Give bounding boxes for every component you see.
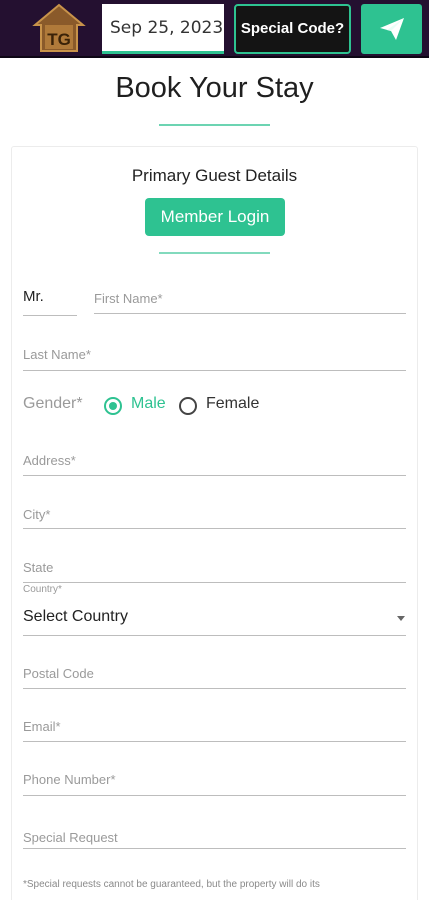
address-underline [23, 475, 406, 476]
logo-text: TG [47, 30, 71, 49]
caret-down-icon[interactable] [397, 616, 405, 621]
gender-female-radio[interactable] [179, 397, 197, 415]
email-underline [23, 741, 406, 742]
logo-icon[interactable]: TG [31, 3, 87, 53]
date-range-field[interactable]: Sep 25, 2023 - [102, 4, 224, 54]
member-login-button[interactable]: Member Login [145, 198, 285, 236]
special-request-underline [23, 848, 406, 849]
salutation-underline [23, 315, 77, 316]
postal-code-field[interactable]: Postal Code [23, 666, 94, 681]
country-underline [23, 635, 406, 636]
paper-plane-icon [380, 18, 404, 40]
address-field[interactable]: Address* [23, 453, 76, 468]
first-name-field[interactable]: First Name* [94, 291, 163, 306]
city-underline [23, 528, 406, 529]
phone-underline [23, 795, 406, 796]
special-request-field[interactable]: Special Request [23, 830, 118, 845]
email-field[interactable]: Email* [23, 719, 61, 734]
gender-female-label[interactable]: Female [206, 395, 259, 413]
country-select[interactable]: Select Country [23, 608, 128, 626]
gender-male-label[interactable]: Male [131, 395, 166, 413]
send-button[interactable] [361, 4, 422, 54]
state-field[interactable]: State [23, 560, 53, 575]
phone-field[interactable]: Phone Number* [23, 772, 116, 787]
date-range-value: Sep 25, 2023 - [110, 18, 224, 38]
gender-label: Gender* [23, 395, 83, 412]
state-underline [23, 582, 406, 583]
page-title: Book Your Stay [115, 72, 314, 104]
special-code-button[interactable]: Special Code? [234, 4, 351, 54]
special-code-label: Special Code? [240, 20, 345, 37]
title-divider [159, 124, 270, 126]
last-name-field[interactable]: Last Name* [23, 347, 91, 362]
section-divider [159, 252, 270, 254]
section-title: Primary Guest Details [131, 166, 298, 185]
special-request-footnote: *Special requests cannot be guaranteed, … [23, 879, 320, 890]
city-field[interactable]: City* [23, 507, 50, 522]
gender-male-radio[interactable] [104, 397, 122, 415]
country-label: Country* [23, 584, 62, 595]
first-name-underline [94, 313, 406, 314]
top-bar: TG Sep 25, 2023 - Special Code? [0, 0, 429, 58]
last-name-underline [23, 370, 406, 371]
postal-code-underline [23, 688, 406, 689]
salutation-select[interactable]: Mr. [23, 288, 44, 305]
